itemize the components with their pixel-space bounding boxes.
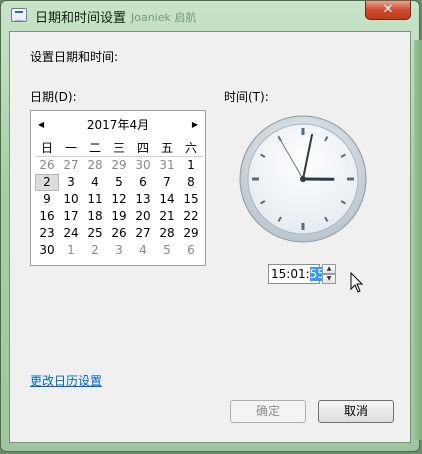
calendar-month-title[interactable]: 2017年4月 <box>31 117 205 133</box>
calendar-day[interactable]: 21 <box>155 208 179 225</box>
calendar-weekday-header: 日 <box>35 140 59 157</box>
clock-center <box>300 176 306 182</box>
calendar-header: ◀ 2017年4月 ▶ <box>31 117 205 133</box>
calendar-day[interactable]: 30 <box>131 157 155 174</box>
calendar-day[interactable]: 25 <box>83 225 107 242</box>
calendar-day[interactable]: 14 <box>155 191 179 208</box>
calendar-day[interactable]: 23 <box>35 225 59 242</box>
window-title: 日期和时间设置 <box>35 11 127 26</box>
calendar-day[interactable]: 8 <box>179 174 203 191</box>
calendar-weekday-header: 三 <box>107 140 131 157</box>
close-button[interactable]: ✕ <box>365 1 411 20</box>
calendar-day[interactable]: 15 <box>179 191 203 208</box>
calendar-day[interactable]: 1 <box>179 157 203 174</box>
calendar-day[interactable]: 4 <box>131 242 155 259</box>
calendar-day[interactable]: 20 <box>131 208 155 225</box>
calendar-day[interactable]: 7 <box>155 174 179 191</box>
date-label: 日期(D): <box>30 90 77 104</box>
calendar-day[interactable]: 30 <box>35 242 59 259</box>
time-spin-down-button[interactable]: ▼ <box>322 274 336 284</box>
background-window-title: Joaniek 启航 <box>131 11 197 24</box>
calendar-day[interactable]: 24 <box>59 225 83 242</box>
calendar-grid: 日一二三四五六 26 27 28 29 30 31 1 2 3 4 5 6 7 8 9 10 11 12 13 14 15… <box>35 140 203 259</box>
month-calendar[interactable]: ◀ 2017年4月 ▶ 日一二三四五六 26 27 28 29 30 31 1 2 3 4 5 6 7 8 9… <box>30 110 206 266</box>
calendar-day[interactable]: 4 <box>83 174 107 191</box>
calendar-day[interactable]: 28 <box>155 225 179 242</box>
calendar-weekday-header: 四 <box>131 140 155 157</box>
mouse-pointer-icon <box>350 272 364 293</box>
calendar-day[interactable]: 28 <box>83 157 107 174</box>
calendar-day[interactable]: 26 <box>35 157 59 174</box>
calendar-day[interactable]: 2 <box>83 242 107 259</box>
calendar-day[interactable]: 3 <box>59 174 83 191</box>
spin-down-icon: ▼ <box>326 275 332 282</box>
time-hours-minutes: 15:01: <box>271 267 310 281</box>
calendar-day[interactable]: 12 <box>107 191 131 208</box>
title-bar[interactable]: 日期和时间设置 Joaniek 启航 ✕ <box>1 1 419 31</box>
calendar-day[interactable]: 18 <box>83 208 107 225</box>
analog-clock <box>239 115 367 243</box>
calendar-day[interactable]: 6 <box>179 242 203 259</box>
ok-button[interactable]: 确定 <box>230 400 306 423</box>
calendar-day[interactable]: 27 <box>59 157 83 174</box>
change-calendar-settings-link[interactable]: 更改日历设置 <box>30 372 102 389</box>
calendar-day[interactable]: 5 <box>107 174 131 191</box>
time-spinner: ▲ ▼ <box>322 264 336 284</box>
calendar-weekday-header: 五 <box>155 140 179 157</box>
calendar-weekday-header: 一 <box>59 140 83 157</box>
calendar-day[interactable]: 29 <box>107 157 131 174</box>
spin-up-icon: ▲ <box>326 265 332 272</box>
calendar-day[interactable]: 17 <box>59 208 83 225</box>
background-window-edge <box>414 40 422 440</box>
calendar-day[interactable]: 6 <box>131 174 155 191</box>
calendar-day[interactable]: 26 <box>107 225 131 242</box>
calendar-weekday-header: 六 <box>179 140 203 157</box>
calendar-day[interactable]: 13 <box>131 191 155 208</box>
calendar-day[interactable]: 9 <box>35 191 59 208</box>
calendar-icon <box>11 8 27 22</box>
dialog-body: 设置日期和时间: 日期(D): 时间(T): ◀ 2017年4月 ▶ 日一二三四… <box>9 31 411 443</box>
date-time-settings-window: 日期和时间设置 Joaniek 启航 ✕ 设置日期和时间: 日期(D): 时间(… <box>0 0 420 452</box>
calendar-day[interactable]: 31 <box>155 157 179 174</box>
close-icon: ✕ <box>382 2 394 17</box>
calendar-day[interactable]: 19 <box>107 208 131 225</box>
next-month-icon[interactable]: ▶ <box>192 117 198 133</box>
calendar-day[interactable]: 1 <box>59 242 83 259</box>
calendar-day[interactable]: 2 <box>35 174 59 191</box>
calendar-day[interactable]: 11 <box>83 191 107 208</box>
calendar-day[interactable]: 22 <box>179 208 203 225</box>
time-label: 时间(T): <box>224 90 269 104</box>
calendar-weekday-header: 二 <box>83 140 107 157</box>
calendar-day[interactable]: 27 <box>131 225 155 242</box>
time-spin-up-button[interactable]: ▲ <box>322 264 336 274</box>
calendar-day[interactable]: 16 <box>35 208 59 225</box>
time-input[interactable]: 15:01:55 <box>268 264 325 284</box>
calendar-day[interactable]: 5 <box>155 242 179 259</box>
calendar-day[interactable]: 3 <box>107 242 131 259</box>
calendar-day[interactable]: 29 <box>179 225 203 242</box>
cancel-button[interactable]: 取消 <box>318 400 394 423</box>
calendar-day[interactable]: 10 <box>59 191 83 208</box>
dialog-heading: 设置日期和时间: <box>30 50 119 64</box>
